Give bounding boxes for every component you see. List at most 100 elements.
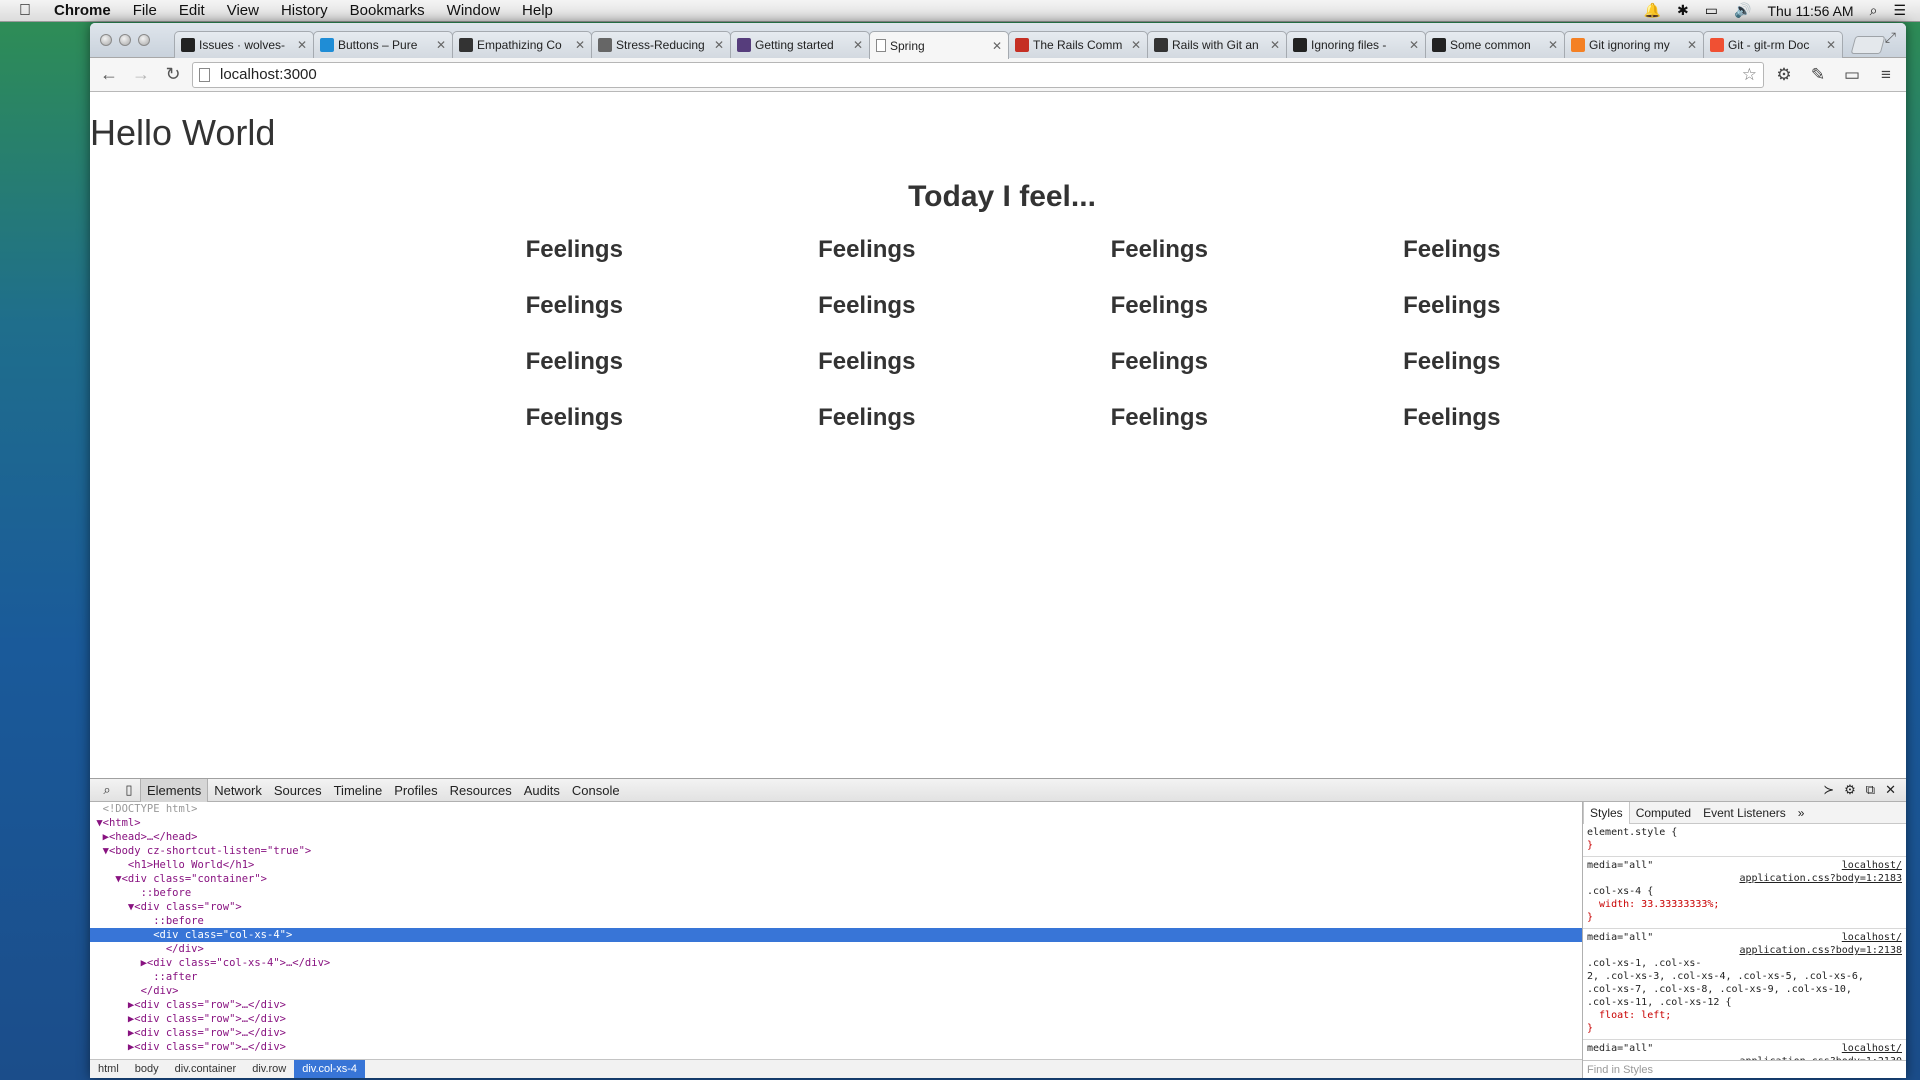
rule-source-link[interactable]: localhost/ bbox=[1842, 931, 1902, 944]
menu-help[interactable]: Help bbox=[511, 2, 564, 19]
devtools-settings-icon[interactable]: ⚙ bbox=[1844, 782, 1856, 798]
dom-node-line[interactable]: ▼<div class="row"> bbox=[90, 900, 1582, 914]
dom-node-line[interactable]: ▶<div class="row">…</div> bbox=[90, 1012, 1582, 1026]
device-mode-icon[interactable]: ▯ bbox=[118, 782, 140, 798]
browser-tab[interactable]: Stress-Reducing ✕ bbox=[591, 31, 731, 58]
close-tab-icon[interactable]: ✕ bbox=[853, 38, 863, 52]
sidebar-tab[interactable]: » bbox=[1792, 802, 1811, 824]
menu-bookmarks[interactable]: Bookmarks bbox=[339, 2, 436, 19]
browser-tab[interactable]: Getting started ✕ bbox=[730, 31, 870, 58]
extension-gear-icon[interactable]: ⚙ bbox=[1770, 62, 1798, 88]
rule-source-link[interactable]: localhost/ bbox=[1842, 859, 1902, 872]
browser-tab[interactable]: Spring ✕ bbox=[869, 31, 1009, 59]
dom-node-line[interactable]: ▶<div class="row">…</div> bbox=[90, 998, 1582, 1012]
back-button[interactable]: ← bbox=[96, 62, 122, 88]
bluetooth-icon[interactable]: ✱ bbox=[1677, 2, 1689, 19]
devtools-tab-sources[interactable]: Sources bbox=[268, 783, 328, 798]
sidebar-tab[interactable]: Styles bbox=[1583, 801, 1630, 824]
minimize-window-button[interactable] bbox=[119, 34, 131, 46]
cast-icon[interactable]: ▭ bbox=[1838, 62, 1866, 88]
zoom-window-button[interactable] bbox=[138, 34, 150, 46]
browser-tab[interactable]: Git ignoring my ✕ bbox=[1564, 31, 1704, 58]
browser-tab[interactable]: The Rails Comm ✕ bbox=[1008, 31, 1148, 58]
dom-node-line[interactable]: <div class="col-xs-4"> bbox=[90, 928, 1582, 942]
devtools-tab-elements[interactable]: Elements bbox=[140, 778, 209, 802]
close-tab-icon[interactable]: ✕ bbox=[992, 39, 1002, 53]
browser-tab[interactable]: Rails with Git an ✕ bbox=[1147, 31, 1287, 58]
breadcrumb-item[interactable]: html bbox=[90, 1060, 127, 1079]
close-tab-icon[interactable]: ✕ bbox=[297, 38, 307, 52]
notification-bell-icon[interactable]: 🔔 bbox=[1644, 2, 1661, 19]
close-tab-icon[interactable]: ✕ bbox=[1826, 38, 1836, 52]
browser-tab[interactable]: Issues · wolves- ✕ bbox=[174, 31, 314, 58]
rule-source-link[interactable]: localhost/ bbox=[1842, 1042, 1902, 1055]
breadcrumb-item[interactable]: div.row bbox=[244, 1060, 294, 1079]
rule-body[interactable]: width: 33.33333333%; } bbox=[1587, 898, 1902, 924]
devtools-tab-profiles[interactable]: Profiles bbox=[388, 783, 443, 798]
elements-tree[interactable]: <!DOCTYPE html> ▼<html> ▶<head>…</head> … bbox=[90, 802, 1582, 1059]
browser-tab[interactable]: Some common ✕ bbox=[1425, 31, 1565, 58]
fullscreen-icon[interactable]: ⤢ bbox=[1885, 29, 1896, 46]
close-tab-icon[interactable]: ✕ bbox=[575, 38, 585, 52]
browser-tab[interactable]: Buttons – Pure ✕ bbox=[313, 31, 453, 58]
dock-side-icon[interactable]: ⧉ bbox=[1866, 782, 1875, 798]
dom-node-line[interactable]: ▶<head>…</head> bbox=[90, 830, 1582, 844]
close-tab-icon[interactable]: ✕ bbox=[436, 38, 446, 52]
close-window-button[interactable] bbox=[100, 34, 112, 46]
dom-node-line[interactable]: ::before bbox=[90, 914, 1582, 928]
forward-button[interactable]: → bbox=[128, 62, 154, 88]
dom-node-line[interactable]: <h1>Hello World</h1> bbox=[90, 858, 1582, 872]
menu-history[interactable]: History bbox=[270, 2, 339, 19]
browser-tab[interactable]: Git - git-rm Doc ✕ bbox=[1703, 31, 1843, 58]
inspect-search-icon[interactable]: ⌕ bbox=[96, 782, 118, 798]
dom-node-line[interactable]: ::after bbox=[90, 970, 1582, 984]
dom-node-line[interactable]: ▶<div class="row">…</div> bbox=[90, 1040, 1582, 1054]
sidebar-tab[interactable]: Computed bbox=[1630, 802, 1697, 824]
menu-file[interactable]: File bbox=[122, 2, 168, 19]
close-tab-icon[interactable]: ✕ bbox=[1409, 38, 1419, 52]
dom-node-line[interactable]: ::before bbox=[90, 886, 1582, 900]
spotlight-search-icon[interactable]: ⌕ bbox=[1870, 2, 1878, 19]
dom-node-line[interactable]: ▶<div class="col-xs-4">…</div> bbox=[90, 956, 1582, 970]
devtools-tab-audits[interactable]: Audits bbox=[518, 783, 566, 798]
browser-tab[interactable]: Ignoring files - ✕ bbox=[1286, 31, 1426, 58]
breadcrumb-item[interactable]: div.col-xs-4 bbox=[294, 1059, 366, 1078]
extension-eyedropper-icon[interactable]: ✎ bbox=[1804, 62, 1832, 88]
dom-node-line[interactable]: ▶<div class="row">…</div> bbox=[90, 1026, 1582, 1040]
rule-source-file[interactable]: application.css?body=1:2183 bbox=[1587, 872, 1902, 885]
menu-edit[interactable]: Edit bbox=[168, 2, 216, 19]
rule-source-file[interactable]: application.css?body=1:2138 bbox=[1587, 944, 1902, 957]
apple-icon[interactable]:  bbox=[0, 2, 50, 20]
devtools-tab-timeline[interactable]: Timeline bbox=[328, 783, 389, 798]
rule-selector[interactable]: .col-xs-1, .col-xs- 2, .col-xs-3, .col-x… bbox=[1587, 957, 1902, 1009]
close-tab-icon[interactable]: ✕ bbox=[714, 38, 724, 52]
reload-button[interactable]: ↻ bbox=[160, 62, 186, 88]
chrome-menu-icon[interactable]: ≡ bbox=[1872, 62, 1900, 88]
devtools-tab-network[interactable]: Network bbox=[208, 783, 268, 798]
menu-view[interactable]: View bbox=[216, 2, 270, 19]
menu-window[interactable]: Window bbox=[436, 2, 511, 19]
new-tab-button[interactable] bbox=[1850, 36, 1886, 54]
breadcrumb-item[interactable]: div.container bbox=[167, 1060, 245, 1079]
devtools-tab-resources[interactable]: Resources bbox=[444, 783, 518, 798]
close-tab-icon[interactable]: ✕ bbox=[1687, 38, 1697, 52]
menu-app-name[interactable]: Chrome bbox=[50, 2, 122, 19]
bookmark-star-icon[interactable]: ☆ bbox=[1742, 65, 1757, 85]
browser-tab[interactable]: Empathizing Co ✕ bbox=[452, 31, 592, 58]
dom-node-line[interactable]: </div> bbox=[90, 942, 1582, 956]
sidebar-tab[interactable]: Event Listeners bbox=[1697, 802, 1792, 824]
dom-node-line[interactable]: ▼<div class="container"> bbox=[90, 872, 1582, 886]
devtools-tab-console[interactable]: Console bbox=[566, 783, 626, 798]
dom-node-line[interactable]: <!DOCTYPE html> bbox=[90, 802, 1582, 816]
rule-body[interactable]: float: left; } bbox=[1587, 1009, 1902, 1035]
close-tab-icon[interactable]: ✕ bbox=[1270, 38, 1280, 52]
console-drawer-icon[interactable]: ≻ bbox=[1823, 782, 1834, 798]
rule-body[interactable]: } bbox=[1587, 839, 1902, 852]
close-tab-icon[interactable]: ✕ bbox=[1131, 38, 1141, 52]
airplay-icon[interactable]: ▭ bbox=[1705, 2, 1718, 19]
dom-node-line[interactable]: ▼<html> bbox=[90, 816, 1582, 830]
address-bar[interactable]: localhost:3000 ☆ bbox=[192, 61, 1764, 88]
notification-center-icon[interactable]: ☰ bbox=[1893, 2, 1906, 19]
clock[interactable]: Thu 11:56 AM bbox=[1767, 3, 1853, 19]
volume-icon[interactable]: 🔊 bbox=[1734, 2, 1751, 19]
